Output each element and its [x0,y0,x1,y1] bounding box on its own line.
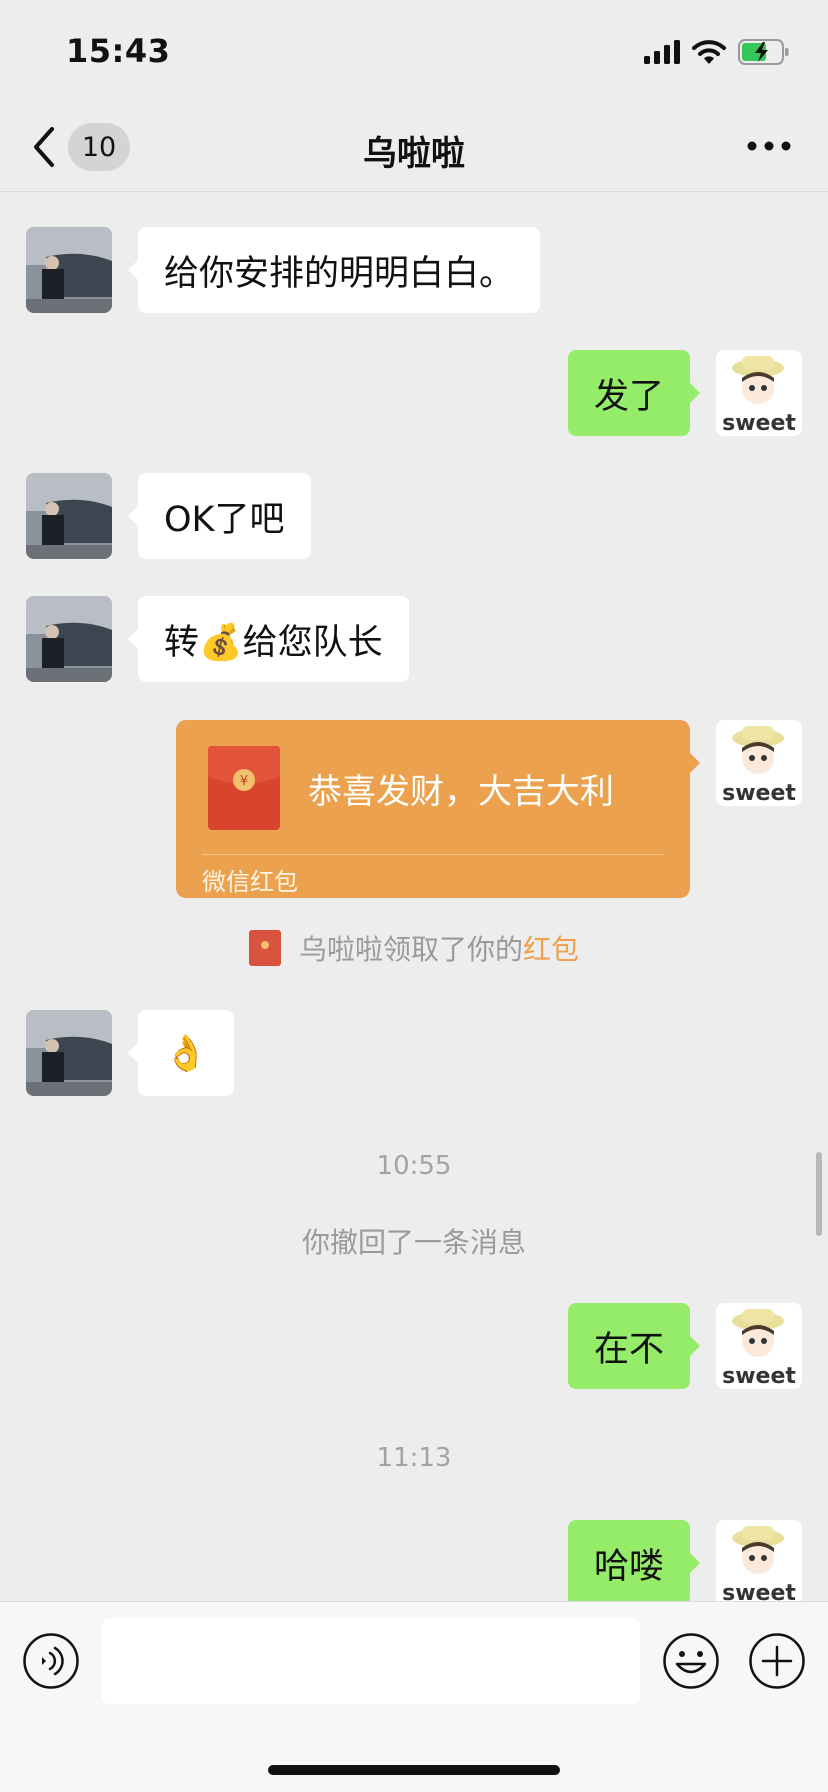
chat-header: 10 乌啦啦 [0,100,828,192]
sweet-caption: sweet [722,781,796,806]
message-bubble-incoming[interactable]: 👌 [128,1010,234,1096]
message-bubble-incoming[interactable]: 转💰给您队长 [128,596,409,682]
notice-text: 乌啦啦领取了你的 [298,933,523,966]
contact-avatar-image [26,596,112,682]
red-envelope-icon: ¥ [208,746,280,830]
timestamp: 11:13 [376,1443,452,1473]
more-options-icon[interactable] [746,138,792,154]
cellular-signal-icon [644,40,680,64]
recall-notice: 你撤回了一条消息 [0,1221,828,1261]
message-bubble-outgoing[interactable]: 发了 [567,350,701,436]
wifi-icon [692,40,726,64]
voice-input-icon[interactable] [22,1632,80,1690]
sweet-caption: sweet [722,411,796,436]
message-list[interactable]: 给你安排的明明白白。 sweet 发了 OK了吧 转💰给您队长 sweet ¥ … [0,193,828,1601]
chat-scrollbar[interactable] [816,1152,822,1236]
recall-notice-text: 你撤回了一条消息 [301,1226,526,1259]
status-time: 15:43 [66,32,171,70]
contact-avatar[interactable] [26,473,112,559]
self-avatar[interactable]: sweet [716,1303,802,1389]
red-packet-link[interactable]: 红包 [523,928,579,968]
input-bar [0,1601,828,1792]
self-avatar[interactable]: sweet [716,1520,802,1601]
emoji-picker-icon[interactable] [662,1632,720,1690]
message-bubble-outgoing[interactable]: 哈喽 [567,1520,701,1601]
contact-avatar-image [26,227,112,313]
contact-avatar[interactable] [26,227,112,313]
self-avatar-image: sweet [716,1303,802,1389]
self-avatar[interactable]: sweet [716,350,802,436]
message-input[interactable] [102,1618,640,1704]
sweet-caption: sweet [722,1364,796,1389]
red-packet-claimed-notice: 乌啦啦领取了你的 红包 [0,928,828,968]
red-packet-divider [202,854,664,855]
home-indicator[interactable] [268,1765,560,1775]
contact-avatar-image [26,473,112,559]
red-packet-footer: 微信红包 [202,868,298,896]
chat-title: 乌啦啦 [363,134,465,174]
contact-avatar-image [26,1010,112,1096]
message-bubble-outgoing[interactable]: 在不 [567,1303,701,1389]
self-avatar-image: sweet [716,720,802,806]
add-attachment-icon[interactable] [748,1632,806,1690]
self-avatar[interactable]: sweet [716,720,802,806]
contact-avatar[interactable] [26,596,112,682]
status-bar: 15:43 [0,0,828,100]
red-packet-title: 恭喜发财，大吉大利 [308,772,614,812]
status-icons [644,36,790,68]
contact-avatar[interactable] [26,1010,112,1096]
red-packet-card[interactable]: ¥ 恭喜发财，大吉大利 微信红包 [176,720,700,898]
timestamp: 10:55 [376,1151,452,1181]
sweet-caption: sweet [722,1581,796,1601]
message-bubble-incoming[interactable]: OK了吧 [128,473,311,559]
message-bubble-incoming[interactable]: 给你安排的明明白白。 [127,227,541,313]
self-avatar-image: sweet [716,350,802,436]
self-avatar-image: sweet [716,1520,802,1601]
red-envelope-small-icon [248,930,281,966]
red-envelope-symbol: ¥ [240,774,248,789]
battery-charging-icon [738,39,789,65]
